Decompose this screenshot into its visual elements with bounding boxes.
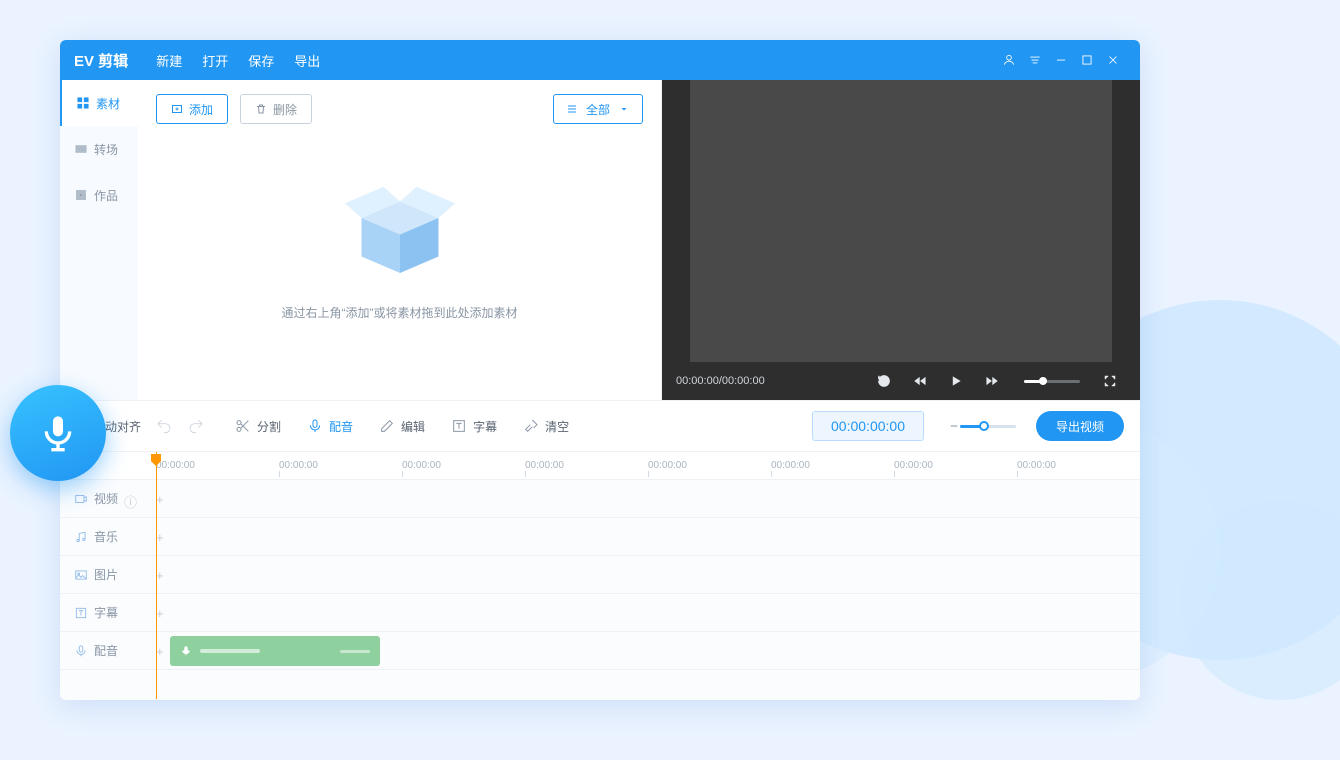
ruler-tick: 00:00:00	[771, 460, 894, 471]
music-icon	[74, 530, 88, 544]
menu-icon[interactable]	[1022, 47, 1048, 73]
add-track-button[interactable]: +	[156, 606, 170, 620]
loop-icon[interactable]	[868, 368, 900, 394]
track-dub: 配音 +	[60, 632, 1140, 670]
mic-icon	[180, 645, 192, 657]
broom-icon	[523, 418, 539, 434]
app-logo: EV 剪辑	[74, 50, 128, 71]
titlebar: EV 剪辑 新建 打开 保存 导出	[60, 40, 1140, 80]
add-track-button[interactable]: +	[156, 530, 170, 544]
empty-text: 通过右上角“添加”或将素材拖到此处添加素材	[282, 304, 518, 321]
video-icon	[74, 492, 88, 506]
add-track-button[interactable]: +	[156, 644, 170, 658]
split-button[interactable]: 分割	[235, 418, 281, 435]
fullscreen-icon[interactable]	[1094, 368, 1126, 394]
clear-button[interactable]: 清空	[523, 418, 569, 435]
media-panel: 添加 删除 全部	[138, 80, 662, 400]
sidebar-item-label: 作品	[94, 187, 118, 204]
track-music: 音乐 +	[60, 518, 1140, 556]
list-icon	[566, 103, 578, 115]
ruler-tick: 00:00:00	[525, 460, 648, 471]
maximize-icon[interactable]	[1074, 47, 1100, 73]
redo-icon[interactable]	[187, 417, 205, 435]
track-subtitle: 字幕 +	[60, 594, 1140, 632]
player-timecode: 00:00:00/00:00:00	[676, 375, 765, 387]
close-icon[interactable]	[1100, 47, 1126, 73]
waveform	[200, 649, 260, 653]
ruler-tick: 00:00:00	[894, 460, 1017, 471]
volume-slider[interactable]	[1024, 380, 1080, 383]
video-letterbox	[662, 80, 1140, 362]
mic-icon	[38, 413, 78, 453]
undo-icon[interactable]	[155, 417, 173, 435]
minus-icon	[948, 420, 960, 432]
forward-icon[interactable]	[976, 368, 1008, 394]
add-track-button[interactable]: +	[156, 492, 170, 506]
subtitle-button[interactable]: 字幕	[451, 418, 497, 435]
video-viewport[interactable]	[662, 80, 1140, 362]
track-video: 视频 ⓘ +	[60, 480, 1140, 518]
sidebar-item-label: 素材	[96, 95, 120, 112]
play-icon[interactable]	[940, 368, 972, 394]
track-info: ⓘ	[124, 492, 138, 506]
audio-clip[interactable]	[170, 636, 380, 666]
mic-icon	[307, 418, 323, 434]
scissors-icon	[235, 418, 251, 434]
record-fab[interactable]	[10, 385, 106, 481]
box-icon	[335, 174, 465, 284]
edit-toolbar: 自动对齐 分割 配音 编辑 字幕	[60, 400, 1140, 452]
app-window: EV 剪辑 新建 打开 保存 导出 素材 转场	[60, 40, 1140, 700]
media-toolbar: 添加 删除 全部	[156, 94, 643, 124]
playhead[interactable]	[156, 452, 157, 699]
menu-export[interactable]: 导出	[294, 51, 320, 70]
track-lane[interactable]	[170, 594, 1140, 631]
ruler-tick: 00:00:00	[156, 460, 279, 471]
rewind-icon[interactable]	[904, 368, 936, 394]
ruler-tick: 00:00:00	[1017, 460, 1140, 471]
sidebar-item-works[interactable]: 作品	[60, 172, 138, 218]
mic-icon	[74, 644, 88, 658]
filter-dropdown[interactable]: 全部	[553, 94, 643, 124]
sidebar-item-label: 转场	[94, 141, 118, 158]
track-image: 图片 +	[60, 556, 1140, 594]
timeline-ruler[interactable]: 00:00:00 00:00:00 00:00:00 00:00:00 00:0…	[60, 452, 1140, 480]
track-lane[interactable]	[170, 556, 1140, 593]
add-media-button[interactable]: 添加	[156, 94, 228, 124]
button-label: 添加	[189, 101, 213, 118]
minimize-icon[interactable]	[1048, 47, 1074, 73]
edit-icon	[379, 418, 395, 434]
menu-new[interactable]: 新建	[156, 51, 182, 70]
track-lane[interactable]	[170, 518, 1140, 555]
timecode-display[interactable]: 00:00:00:00	[812, 411, 924, 441]
tracks-container: 视频 ⓘ + 音乐 + 图片	[60, 480, 1140, 700]
delete-media-button[interactable]: 删除	[240, 94, 312, 124]
dub-button[interactable]: 配音	[307, 418, 353, 435]
menu-save[interactable]: 保存	[248, 51, 274, 70]
export-video-button[interactable]: 导出视频	[1036, 411, 1124, 441]
timeline: 00:00:00 00:00:00 00:00:00 00:00:00 00:0…	[60, 452, 1140, 700]
clip-marker	[340, 650, 370, 653]
ruler-tick: 00:00:00	[279, 460, 402, 471]
button-label: 删除	[273, 101, 297, 118]
zoom-slider[interactable]	[948, 420, 1016, 432]
empty-media-state[interactable]: 通过右上角“添加”或将素材拖到此处添加素材	[156, 124, 643, 400]
sidebar-item-transition[interactable]: 转场	[60, 126, 138, 172]
edit-button[interactable]: 编辑	[379, 418, 425, 435]
image-icon	[74, 568, 88, 582]
menu-open[interactable]: 打开	[202, 51, 228, 70]
filter-label: 全部	[586, 101, 610, 118]
preview-panel: 00:00:00/00:00:00	[662, 80, 1140, 400]
text-icon	[451, 418, 467, 434]
sidebar-item-material[interactable]: 素材	[60, 80, 138, 126]
add-track-button[interactable]: +	[156, 568, 170, 582]
ruler-tick: 00:00:00	[648, 460, 771, 471]
track-lane[interactable]	[170, 480, 1140, 517]
player-controls: 00:00:00/00:00:00	[662, 362, 1140, 400]
track-lane[interactable]	[170, 632, 1140, 669]
chevron-down-icon	[618, 103, 630, 115]
subtitle-icon	[74, 606, 88, 620]
ruler-tick: 00:00:00	[402, 460, 525, 471]
user-icon[interactable]	[996, 47, 1022, 73]
sidebar: 素材 转场 作品	[60, 80, 138, 400]
